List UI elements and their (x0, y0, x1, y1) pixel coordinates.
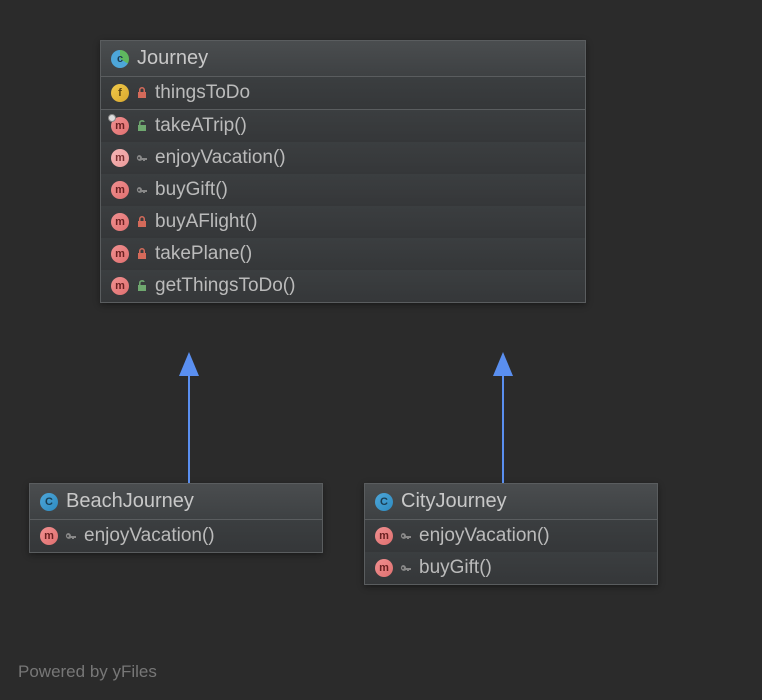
class-name: BeachJourney (66, 490, 194, 513)
lock-closed-icon (135, 215, 149, 229)
method-row[interactable]: m buyAFlight() (101, 206, 585, 238)
field-row[interactable]: f thingsToDo (101, 77, 585, 109)
method-icon: m (40, 527, 58, 545)
method-row[interactable]: m getThingsToDo() (101, 270, 585, 302)
method-row[interactable]: m enjoyVacation() (30, 520, 322, 552)
method-row[interactable]: m enjoyVacation() (365, 520, 657, 552)
method-label: enjoyVacation() (419, 525, 550, 547)
method-label: enjoyVacation() (84, 525, 215, 547)
class-name: Journey (137, 47, 208, 70)
method-row[interactable]: m takePlane() (101, 238, 585, 270)
class-beachjourney[interactable]: C BeachJourney m enjoyVacation() (29, 483, 323, 553)
lock-closed-icon (135, 247, 149, 261)
method-label: buyAFlight() (155, 211, 257, 233)
method-row[interactable]: m enjoyVacation() (101, 142, 585, 174)
method-row[interactable]: m buyGift() (101, 174, 585, 206)
method-label: getThingsToDo() (155, 275, 295, 297)
key-icon (135, 151, 149, 165)
key-icon (399, 529, 413, 543)
methods-section: m enjoyVacation() m buyGift() (365, 520, 657, 584)
method-row[interactable]: m takeATrip() (101, 110, 585, 142)
class-header: C CityJourney (365, 484, 657, 520)
method-label: takePlane() (155, 243, 252, 265)
method-icon: m (111, 213, 129, 231)
class-header: C BeachJourney (30, 484, 322, 520)
method-label: buyGift() (155, 179, 228, 201)
methods-section: m takeATrip() m enjoyVacation() m buyGif… (101, 110, 585, 302)
key-icon (135, 183, 149, 197)
class-journey[interactable]: c Journey f thingsToDo m takeATrip() m e… (100, 40, 586, 303)
fields-section: f thingsToDo (101, 77, 585, 110)
method-label: buyGift() (419, 557, 492, 579)
class-icon: C (375, 493, 393, 511)
method-icon: m (375, 527, 393, 545)
lock-closed-icon (135, 86, 149, 100)
field-icon: f (111, 84, 129, 102)
method-row[interactable]: m buyGift() (365, 552, 657, 584)
footer-label: Powered by yFiles (18, 662, 157, 682)
method-icon: m (111, 277, 129, 295)
method-icon: m (111, 117, 129, 135)
class-name: CityJourney (401, 490, 507, 513)
key-icon (399, 561, 413, 575)
lock-open-icon (135, 279, 149, 293)
method-icon: m (111, 245, 129, 263)
class-icon: C (40, 493, 58, 511)
methods-section: m enjoyVacation() (30, 520, 322, 552)
field-label: thingsToDo (155, 82, 250, 104)
method-label: takeATrip() (155, 115, 247, 137)
method-icon: m (375, 559, 393, 577)
method-icon: m (111, 149, 129, 167)
method-icon: m (111, 181, 129, 199)
class-header: c Journey (101, 41, 585, 77)
lock-open-icon (135, 119, 149, 133)
class-icon: c (111, 50, 129, 68)
method-label: enjoyVacation() (155, 147, 286, 169)
key-icon (64, 529, 78, 543)
class-cityjourney[interactable]: C CityJourney m enjoyVacation() m buyGif… (364, 483, 658, 585)
pin-icon (108, 114, 116, 122)
